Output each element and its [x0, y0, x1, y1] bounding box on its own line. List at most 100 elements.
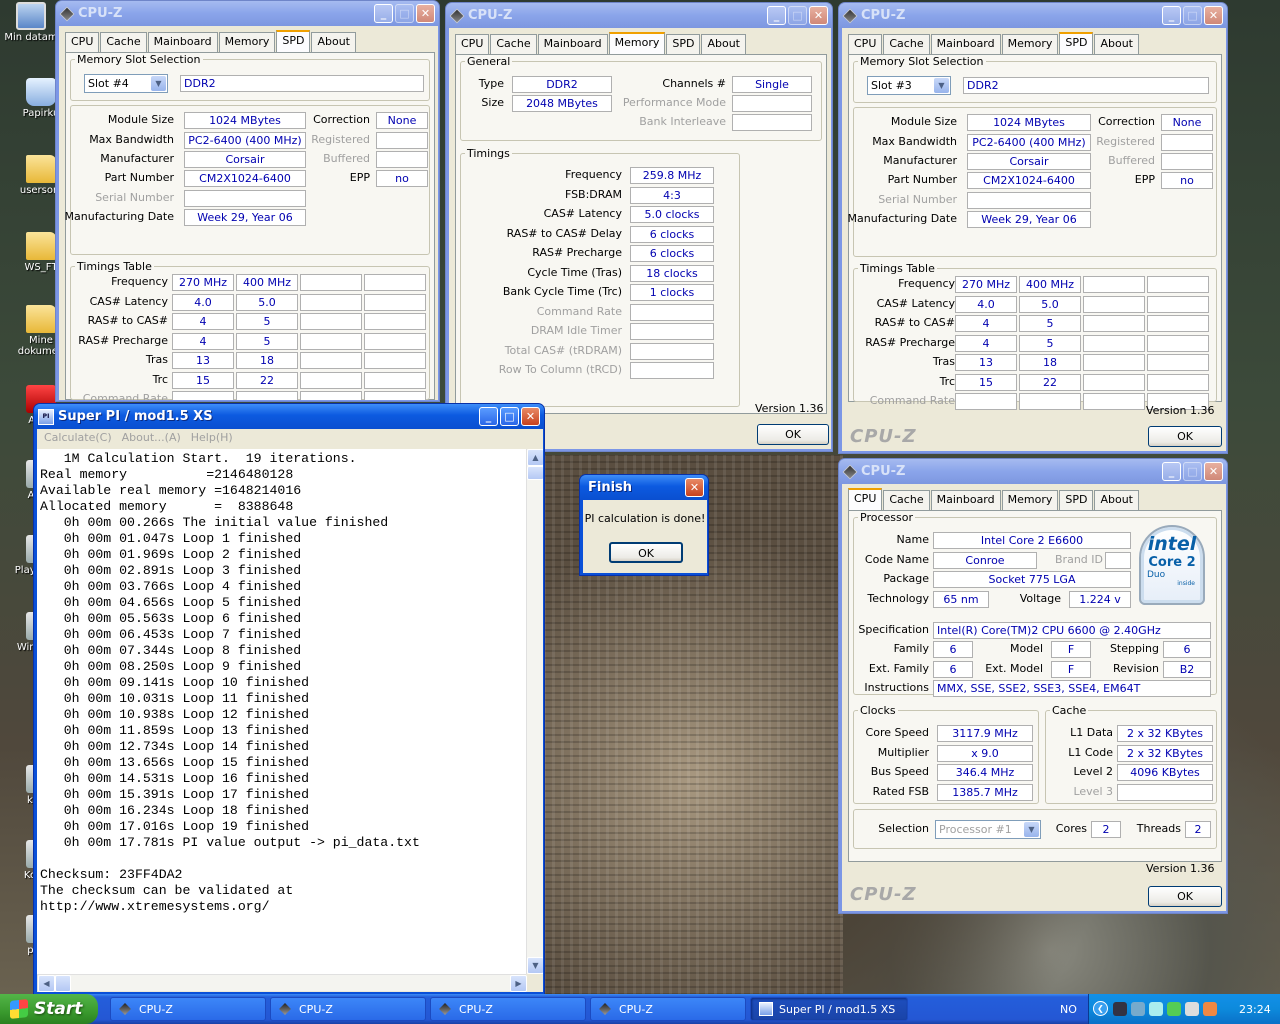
desktop-icon[interactable]: Min datam — [0, 2, 62, 43]
multiplier-field: x 9.0 — [937, 745, 1033, 762]
timing-cell — [1083, 373, 1145, 391]
ok-button[interactable]: OK — [1148, 426, 1222, 447]
close-button[interactable]: ✕ — [1204, 462, 1223, 481]
tab-spd[interactable]: SPD — [1059, 32, 1094, 54]
buffered-field — [376, 151, 428, 168]
steam-tray-icon[interactable] — [1113, 1002, 1127, 1016]
timing-label: DRAM Idle Timer — [530, 324, 622, 337]
tab-mainboard[interactable]: Mainboard — [930, 490, 1001, 510]
horizontal-scrollbar[interactable]: ◀ ▶ — [37, 974, 527, 992]
superpi-icon — [759, 1002, 773, 1016]
titlebar[interactable]: PI Super PI / mod1.5 XS _ □ ✕ — [34, 404, 544, 429]
family-field: 6 — [933, 641, 973, 658]
messenger-tray-icon[interactable] — [1167, 1002, 1181, 1016]
taskbar-item-cpuz-1[interactable]: CPU-Z — [110, 997, 266, 1021]
tab-about[interactable]: About — [701, 34, 746, 54]
volume-tray-icon[interactable] — [1185, 1002, 1199, 1016]
tab-about[interactable]: About — [1094, 490, 1139, 510]
timing-label: Bank Cycle Time (Trc) — [502, 285, 622, 298]
tab-cache[interactable]: Cache — [883, 490, 930, 510]
specification-field: Intel(R) Core(TM)2 CPU 6600 @ 2.40GHz — [933, 622, 1211, 639]
security-tray-icon[interactable] — [1203, 1002, 1217, 1016]
monitor-tray-icon[interactable] — [1149, 1002, 1163, 1016]
language-indicator[interactable]: NO — [1060, 1003, 1077, 1016]
close-button[interactable]: ✕ — [809, 6, 828, 25]
titlebar[interactable]: CPU-Z _ □ ✕ — [839, 3, 1227, 28]
tray-expand-icon[interactable]: ❮ — [1093, 1001, 1108, 1016]
timing-value: 259.8 MHz — [630, 167, 714, 184]
tab-about[interactable]: About — [311, 32, 356, 52]
timing-value: 18 clocks — [630, 264, 714, 282]
tab-memory[interactable]: Memory — [1001, 34, 1059, 54]
slot-select[interactable]: Slot #3 ▼ — [867, 76, 951, 95]
client-area: CPU Cache Mainboard Memory SPD About Pro… — [842, 484, 1226, 911]
ok-button[interactable]: OK — [757, 424, 829, 445]
tab-about[interactable]: About — [1094, 34, 1139, 54]
timing-cell — [1147, 295, 1209, 313]
tab-cache[interactable]: Cache — [100, 32, 147, 52]
ok-button[interactable]: OK — [609, 542, 683, 563]
clock[interactable]: 23:24 — [1239, 1003, 1271, 1016]
minimize-button[interactable]: _ — [479, 407, 498, 426]
scroll-thumb[interactable] — [527, 466, 543, 480]
menu-help[interactable]: Help(H) — [186, 429, 238, 447]
scroll-right-button[interactable]: ▶ — [510, 975, 527, 992]
minimize-button[interactable]: _ — [1162, 6, 1181, 25]
tab-mainboard[interactable]: Mainboard — [537, 34, 608, 54]
vertical-scrollbar[interactable]: ▲ ▼ — [526, 449, 543, 974]
performance-mode-field — [732, 95, 812, 112]
network-tray-icon[interactable] — [1131, 1002, 1145, 1016]
taskbar-item-cpuz-4[interactable]: CPU-Z — [590, 997, 746, 1021]
minimize-button[interactable]: _ — [1162, 462, 1181, 481]
tab-memory[interactable]: Memory — [608, 32, 666, 54]
close-button[interactable]: ✕ — [416, 4, 435, 23]
scroll-up-button[interactable]: ▲ — [527, 449, 543, 466]
titlebar[interactable]: CPU-Z _ □ ✕ — [839, 459, 1227, 484]
voltage-field: 1.224 v — [1069, 591, 1131, 608]
titlebar[interactable]: CPU-Z _ □ ✕ — [446, 3, 832, 28]
slot-select[interactable]: Slot #4 ▼ — [84, 74, 168, 93]
taskbar-item-cpuz-3[interactable]: CPU-Z — [430, 997, 586, 1021]
tab-cache[interactable]: Cache — [883, 34, 930, 54]
tab-cpu[interactable]: CPU — [848, 34, 883, 54]
part-number-field: CM2X1024-6400 — [184, 170, 306, 187]
close-button[interactable]: ✕ — [521, 407, 540, 426]
max-bandwidth-field: PC2-6400 (400 MHz) — [967, 134, 1091, 151]
tab-memory[interactable]: Memory — [218, 32, 276, 52]
tab-mainboard[interactable]: Mainboard — [147, 32, 218, 52]
tab-cpu[interactable]: CPU — [455, 34, 490, 54]
timing-label: Command Rate — [869, 394, 955, 407]
close-button[interactable]: ✕ — [685, 478, 704, 497]
ok-button[interactable]: OK — [1148, 886, 1222, 907]
tab-mainboard[interactable]: Mainboard — [930, 34, 1001, 54]
menu-calculate[interactable]: Calculate(C) — [39, 429, 117, 447]
memory-type-field: DDR2 — [512, 76, 612, 93]
chevron-down-icon: ▼ — [1024, 822, 1039, 837]
desktop-icon-label: Min datam — [4, 32, 58, 43]
timing-cell: 5 — [1019, 315, 1081, 332]
tab-memory[interactable]: Memory — [1001, 490, 1059, 510]
start-button[interactable]: Start — [0, 994, 98, 1024]
minimize-button[interactable]: _ — [374, 4, 393, 23]
tab-spd[interactable]: SPD — [1059, 490, 1094, 510]
close-button[interactable]: ✕ — [1204, 6, 1223, 25]
minimize-button[interactable]: _ — [767, 6, 786, 25]
taskbar-item-superpi[interactable]: Super PI / mod1.5 XS — [750, 997, 908, 1021]
manufacturer-field: Corsair — [967, 153, 1091, 170]
titlebar[interactable]: Finish ✕ — [580, 475, 708, 500]
scroll-h-thumb[interactable] — [55, 975, 71, 992]
titlebar[interactable]: CPU-Z _ □ ✕ — [56, 1, 439, 26]
calculation-output: 1M Calculation Start. 19 iterations. Rea… — [37, 449, 526, 974]
tab-spd[interactable]: SPD — [666, 34, 701, 54]
tab-cpu[interactable]: CPU — [65, 32, 100, 52]
taskbar-item-cpuz-2[interactable]: CPU-Z — [270, 997, 426, 1021]
tab-spd[interactable]: SPD — [276, 30, 311, 52]
timing-label: Frequency — [898, 277, 955, 290]
maximize-button[interactable]: □ — [500, 407, 519, 426]
processor-select[interactable]: Processor #1 ▼ — [935, 820, 1041, 839]
tab-cache[interactable]: Cache — [490, 34, 537, 54]
tab-cpu[interactable]: CPU — [848, 488, 883, 510]
menu-about[interactable]: About...(A) — [117, 429, 186, 447]
scroll-left-button[interactable]: ◀ — [38, 975, 55, 992]
scroll-down-button[interactable]: ▼ — [527, 957, 543, 974]
